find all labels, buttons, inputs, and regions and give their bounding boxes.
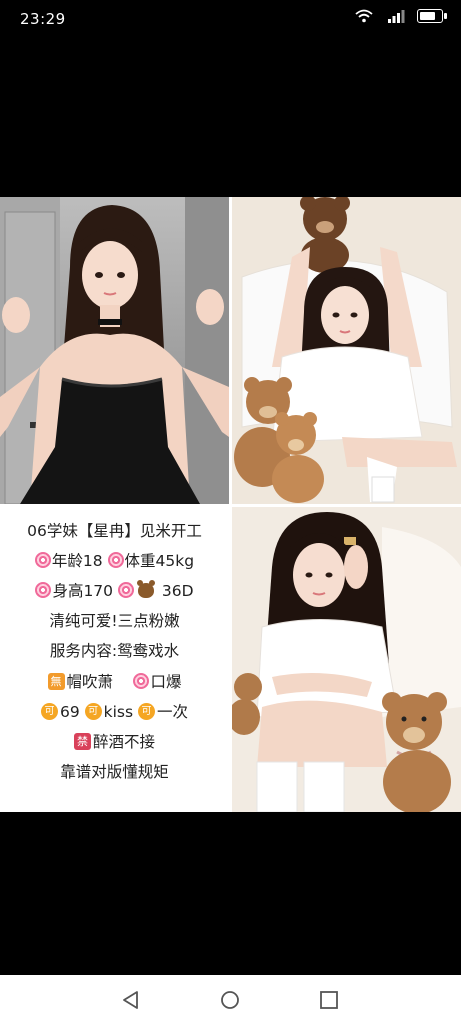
- navigation-bar: [0, 975, 461, 1024]
- info-text-panel: 06学妹【星冉】见米开工年龄18 体重45kg 身高170 36D 清纯可爱!三点粉…: [0, 507, 229, 812]
- photo-top-left[interactable]: [0, 197, 229, 504]
- info-text: 帽吹萧: [66, 673, 134, 691]
- home-circle-icon[interactable]: [220, 990, 240, 1010]
- back-triangle-icon[interactable]: [121, 990, 141, 1010]
- lollipop-icon: [107, 552, 124, 568]
- info-text: 体重45kg: [124, 552, 195, 570]
- status-icons: [353, 9, 447, 23]
- image-collage[interactable]: 06学妹【星冉】见米开工年龄18 体重45kg 身高170 36D 清纯可爱!三点粉…: [0, 197, 461, 812]
- info-line: 清纯可爱!三点粉嫩: [0, 609, 229, 633]
- photo-top-left-illustration: [0, 197, 229, 504]
- info-line: 年龄18 体重45kg: [0, 549, 229, 573]
- info-text: 06学妹【星冉】见米开工: [27, 522, 202, 540]
- info-text: kiss: [103, 703, 138, 721]
- status-time: 23:29: [20, 10, 66, 28]
- info-text: 年龄18: [51, 552, 108, 570]
- signal-icon: [388, 10, 405, 23]
- info-text: 36D: [156, 582, 194, 600]
- info-line: 可 69 可 kiss 可一次: [0, 700, 229, 724]
- acceptable-badge-icon: 可: [138, 702, 155, 720]
- recents-square-icon[interactable]: [319, 990, 339, 1010]
- info-line: 06学妹【星冉】见米开工: [0, 519, 229, 543]
- info-line: 禁醉酒不接: [0, 730, 229, 754]
- photo-top-right[interactable]: [232, 197, 461, 504]
- acceptable-badge-icon: 可: [40, 702, 58, 720]
- battery-icon: [417, 9, 447, 23]
- info-line: 身高170 36D: [0, 579, 229, 603]
- info-text: 靠谱对版懂规矩: [60, 763, 169, 781]
- info-text: 清纯可爱!三点粉嫩: [49, 612, 180, 630]
- info-text: 一次: [157, 703, 189, 721]
- photo-top-right-illustration: [232, 197, 461, 504]
- wifi-icon: [355, 9, 373, 23]
- info-text: 醉酒不接: [92, 733, 155, 751]
- info-line: 靠谱对版懂规矩: [0, 760, 229, 784]
- info-text: 口爆: [150, 673, 182, 691]
- info-text: 服务内容:鸳鸯戏水: [49, 642, 180, 660]
- info-line: 無帽吹萧 口爆: [0, 670, 229, 694]
- info-line: 服务内容:鸳鸯戏水: [0, 639, 229, 663]
- prohibited-badge-icon: 禁: [73, 732, 91, 750]
- no-badge-icon: 無: [47, 672, 65, 690]
- photo-bottom-right[interactable]: [232, 507, 461, 812]
- lollipop-icon: [133, 673, 150, 689]
- status-bar: 23:29: [0, 0, 461, 36]
- lollipop-icon: [35, 582, 52, 598]
- info-text: 身高170: [52, 582, 118, 600]
- lollipop-icon: [117, 582, 134, 598]
- bear-face-icon: [136, 579, 155, 598]
- info-text: 69: [59, 703, 85, 721]
- lollipop-icon: [34, 552, 51, 568]
- acceptable-badge-icon: 可: [84, 702, 102, 720]
- photo-bottom-right-illustration: [232, 507, 461, 812]
